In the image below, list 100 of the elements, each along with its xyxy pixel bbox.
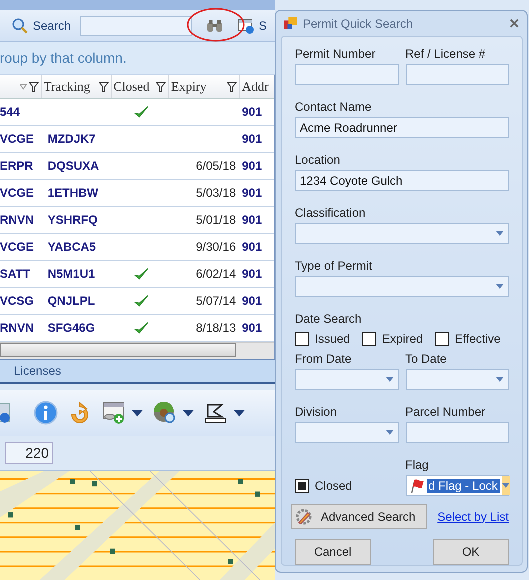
table-cell: VCGE — [0, 132, 34, 146]
table-cell: 901 — [242, 213, 262, 227]
licenses-tab[interactable]: Licenses — [14, 364, 62, 378]
search-field[interactable] — [80, 16, 192, 36]
column-header[interactable]: Addr — [240, 75, 274, 98]
table-cell: VCSG — [0, 294, 34, 308]
table-cell: VCGE — [0, 186, 34, 200]
add-table-icon[interactable] — [102, 401, 126, 425]
group-hint: roup by that column. — [0, 50, 127, 66]
caret-icon[interactable] — [183, 410, 194, 416]
table-cell: MZDJK7 — [48, 132, 96, 146]
dropdown-arrow-icon — [386, 377, 394, 382]
dropdown-arrow-icon — [496, 284, 504, 289]
caret-icon[interactable] — [234, 410, 245, 416]
dropdown-field[interactable] — [295, 369, 398, 390]
caret-icon[interactable] — [132, 410, 143, 416]
checkbox-label: Closed — [315, 478, 352, 492]
table-cell: RNVN — [0, 213, 34, 227]
column-header[interactable]: Closed — [112, 75, 170, 98]
annotation-circle — [186, 7, 246, 43]
checkbox-label: Effective — [455, 332, 501, 346]
dropdown-field[interactable] — [295, 223, 509, 244]
table-cell: 5/03/18 — [196, 186, 236, 200]
field-label: Parcel Number — [406, 405, 487, 420]
input-field[interactable]: Acme Roadrunner — [295, 117, 509, 138]
table-cell: YABCA5 — [48, 240, 96, 254]
table-cell: 5/01/18 — [196, 213, 236, 227]
toolbar-label: S — [259, 18, 268, 32]
checkbox-label: Expired — [382, 332, 424, 346]
input-field[interactable] — [295, 64, 398, 85]
dropdown-arrow-icon — [496, 377, 504, 382]
field-label: Flag — [406, 458, 430, 473]
field-label: Ref / License # — [406, 47, 487, 62]
table-cell: SFG46G — [48, 321, 96, 335]
select-by-list-link[interactable]: Select by List — [438, 510, 509, 524]
input-field[interactable]: 1234 Coyote Gulch — [295, 170, 509, 191]
table-cell: 901 — [242, 294, 262, 308]
field-label: Type of Permit — [295, 259, 374, 274]
filter-icon[interactable] — [156, 82, 166, 92]
table-cell: 5/07/14 — [196, 294, 236, 308]
filter-icon[interactable] — [28, 82, 39, 92]
table-cell: DQSUXA — [48, 159, 100, 173]
close-icon[interactable] — [510, 19, 519, 28]
dialog-button[interactable]: Cancel — [295, 539, 371, 565]
flag-dropdown[interactable]: d Flag - Lock — [406, 475, 509, 496]
flag-icon — [408, 478, 424, 494]
table-cell: 901 — [242, 267, 262, 281]
dropdown-arrow-icon — [502, 483, 510, 488]
table-cell: 901 — [242, 321, 262, 335]
section-label: Date Search — [295, 312, 363, 327]
table-cell: 901 — [242, 186, 262, 200]
table-cell: VCGE — [0, 240, 34, 254]
dropdown-field[interactable] — [406, 369, 509, 390]
table-cell: N5M1U1 — [48, 267, 96, 281]
field-label: Permit Number — [295, 47, 377, 62]
table-cell: 544 — [0, 105, 20, 119]
table-cell: YSHRFQ — [48, 213, 98, 227]
scrollbar-thumb[interactable] — [0, 343, 236, 357]
dropdown-field[interactable] — [295, 276, 509, 297]
sort-icon — [20, 84, 27, 90]
column-header[interactable]: Tracking — [42, 75, 112, 98]
field-label: Division — [295, 405, 338, 420]
info-icon[interactable] — [34, 401, 58, 425]
dialog-button[interactable]: OK — [433, 539, 509, 565]
dropdown-arrow-icon — [496, 231, 504, 236]
app-icon — [284, 17, 297, 30]
search-label: Search — [33, 18, 72, 32]
binoculars-icon[interactable] — [206, 18, 224, 32]
table-cell: 6/02/14 — [196, 267, 236, 281]
table-cell: 8/18/13 — [196, 321, 236, 335]
table-cell: ERPR — [0, 159, 34, 173]
advanced-search-button[interactable]: Advanced Search — [291, 504, 427, 529]
scale-field[interactable]: 220 — [5, 442, 53, 464]
field-label: Classification — [295, 206, 367, 221]
field-label: Contact Name — [295, 100, 373, 115]
checkbox[interactable] — [362, 332, 376, 346]
table-cell: RNVN — [0, 321, 34, 335]
dropdown-field[interactable] — [295, 422, 398, 443]
table-cell: 901 — [242, 132, 262, 146]
checkbox[interactable] — [295, 478, 309, 492]
table-cell: SATT — [0, 267, 30, 281]
field-label: From Date — [295, 352, 353, 367]
table-cell: 901 — [242, 105, 262, 119]
checkbox[interactable] — [435, 332, 450, 346]
checkbox[interactable] — [295, 332, 309, 346]
gear-pencil-icon — [295, 508, 313, 526]
filter-icon[interactable] — [98, 82, 109, 92]
search-icon — [12, 18, 28, 34]
table-cell: 901 — [242, 240, 262, 254]
window-title: Permit Quick Search — [303, 16, 414, 30]
field-label: To Date — [406, 352, 448, 367]
eye-magnifier-icon[interactable] — [153, 401, 177, 425]
input-field[interactable] — [406, 422, 509, 443]
table-cell: 1ETHBW — [48, 186, 99, 200]
input-field[interactable] — [406, 64, 509, 85]
table-cell: QNJLPL — [48, 294, 96, 308]
column-header[interactable]: Expiry — [169, 75, 240, 98]
filter-icon[interactable] — [227, 82, 238, 92]
dropdown-arrow-icon — [386, 430, 394, 435]
field-label: Location — [295, 153, 342, 168]
